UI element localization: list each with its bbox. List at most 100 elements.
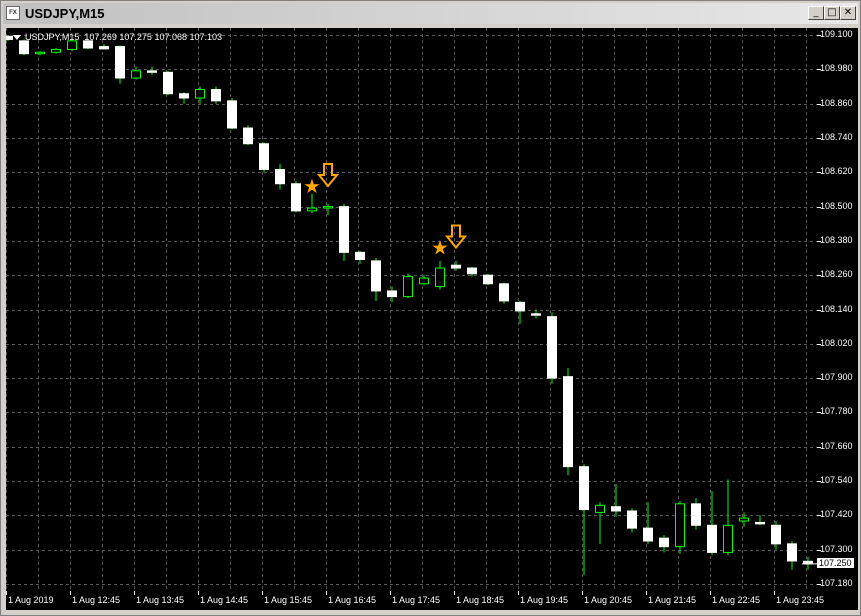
price-label: 107.660 bbox=[820, 441, 853, 451]
candle-body-bearish bbox=[659, 537, 669, 548]
price-label: 108.260 bbox=[820, 269, 853, 279]
candle-body-bearish bbox=[339, 206, 349, 253]
candle-body-bearish bbox=[19, 40, 29, 55]
price-label: 107.780 bbox=[820, 406, 853, 416]
candle-body-bearish bbox=[691, 503, 701, 526]
candle-body-bearish bbox=[451, 264, 461, 269]
candle-body-bullish bbox=[67, 40, 77, 50]
candle-body-bullish bbox=[195, 88, 205, 99]
maximize-button[interactable]: □ bbox=[824, 6, 840, 20]
candle-body-bullish bbox=[307, 207, 317, 212]
candle-body-bearish bbox=[6, 35, 13, 40]
candle-body-bearish bbox=[643, 527, 653, 542]
candle-body-bearish bbox=[627, 510, 637, 529]
time-label: 1 Aug 17:45 bbox=[392, 595, 441, 605]
candle-body-bullish bbox=[723, 524, 733, 553]
chart-window: FX USDJPY,M15 _ □ ✕ USDJPY,M15 107.269 1… bbox=[0, 0, 861, 616]
candle-body-bullish bbox=[35, 51, 45, 55]
candle-body-bullish bbox=[403, 276, 413, 298]
candle-body-bearish bbox=[467, 267, 477, 275]
chart-info-header: USDJPY,M15 107.269 107.275 107.068 107.1… bbox=[13, 32, 222, 42]
window-title: USDJPY,M15 bbox=[25, 6, 105, 21]
candle-body-bearish bbox=[211, 88, 221, 102]
price-label: 108.140 bbox=[820, 304, 853, 314]
candle-body-bearish bbox=[147, 70, 157, 73]
candle-body-bearish bbox=[531, 313, 541, 316]
time-tick bbox=[774, 591, 775, 595]
chart-plot-area[interactable]: USDJPY,M15 107.269 107.275 107.068 107.1… bbox=[6, 28, 817, 610]
candle-body-bearish bbox=[387, 290, 397, 298]
time-label: 1 Aug 18:45 bbox=[456, 595, 505, 605]
candle-body-bearish bbox=[563, 376, 573, 468]
price-label: 108.380 bbox=[820, 235, 853, 245]
candle-body-bearish bbox=[499, 283, 509, 302]
time-label: 1 Aug 23:45 bbox=[776, 595, 825, 605]
price-label: 108.500 bbox=[820, 201, 853, 211]
price-axis[interactable]: 109.100 108.980 108.860 108.740 108.620 108.5… bbox=[817, 28, 858, 610]
candlestick-chart[interactable] bbox=[6, 28, 817, 591]
candle-body-bearish bbox=[115, 46, 125, 79]
time-tick bbox=[582, 591, 583, 595]
minimize-button[interactable]: _ bbox=[808, 6, 824, 20]
time-label: 1 Aug 16:45 bbox=[328, 595, 377, 605]
price-label: 109.100 bbox=[820, 29, 853, 39]
candle-body-bullish bbox=[419, 277, 429, 285]
price-label: 108.620 bbox=[820, 166, 853, 176]
time-tick bbox=[198, 591, 199, 595]
candle-body-bearish bbox=[787, 543, 797, 562]
price-label: 108.980 bbox=[820, 63, 853, 73]
candle-body-bearish bbox=[547, 316, 557, 379]
time-axis[interactable]: 1 Aug 2019 1 Aug 12:45 1 Aug 13:45 1 Aug 14… bbox=[6, 591, 824, 610]
candle-body-bearish bbox=[483, 274, 493, 285]
price-label: 107.900 bbox=[820, 372, 853, 382]
candle-body-bearish bbox=[755, 521, 765, 525]
candle-body-bearish bbox=[163, 71, 173, 95]
time-label: 1 Aug 21:45 bbox=[648, 595, 697, 605]
time-tick bbox=[390, 591, 391, 595]
candle-body-bearish bbox=[515, 301, 525, 312]
candle-body-bearish bbox=[371, 260, 381, 292]
time-tick bbox=[262, 591, 263, 595]
time-tick bbox=[518, 591, 519, 595]
time-tick bbox=[70, 591, 71, 595]
candle-body-bearish bbox=[243, 127, 253, 145]
candle-body-bullish bbox=[675, 503, 685, 548]
candle-body-bearish bbox=[291, 183, 301, 212]
candle-body-bearish bbox=[579, 466, 589, 511]
price-label: 107.300 bbox=[820, 544, 853, 554]
chart-window-icon[interactable]: FX bbox=[6, 6, 20, 20]
down-arrow-icon bbox=[444, 224, 468, 250]
current-price-label: 107.250 bbox=[817, 558, 854, 568]
candle-body-bullish bbox=[131, 70, 141, 79]
time-tick bbox=[6, 591, 7, 595]
candle-body-bullish bbox=[51, 48, 61, 53]
candle-body-bullish bbox=[435, 267, 445, 288]
close-button[interactable]: ✕ bbox=[840, 6, 856, 20]
title-bar[interactable]: FX USDJPY,M15 _ □ ✕ bbox=[3, 3, 858, 24]
candle-body-bearish bbox=[99, 46, 109, 50]
candle-body-bearish bbox=[227, 100, 237, 129]
time-tick bbox=[454, 591, 455, 595]
ohlc-values: 107.269 107.275 107.068 107.103 bbox=[84, 32, 223, 42]
time-tick bbox=[134, 591, 135, 595]
collapse-triangle-icon[interactable] bbox=[13, 35, 21, 41]
candle-body-bearish bbox=[707, 524, 717, 553]
candle-body-bearish bbox=[179, 93, 189, 99]
candle-body-bullish bbox=[595, 504, 605, 513]
price-label: 107.420 bbox=[820, 509, 853, 519]
price-label: 108.740 bbox=[820, 132, 853, 142]
candle-body-bearish bbox=[611, 506, 621, 512]
candle-body-bearish bbox=[259, 143, 269, 170]
price-label: 108.860 bbox=[820, 98, 853, 108]
time-label: 1 Aug 22:45 bbox=[712, 595, 761, 605]
time-label: 1 Aug 12:45 bbox=[72, 595, 121, 605]
time-label: 1 Aug 14:45 bbox=[200, 595, 249, 605]
time-label: 1 Aug 19:45 bbox=[520, 595, 569, 605]
symbol-label: USDJPY,M15 bbox=[25, 32, 80, 42]
time-tick bbox=[326, 591, 327, 595]
candle-body-bullish bbox=[739, 517, 749, 522]
candle-body-bearish bbox=[275, 168, 285, 185]
candle-body-bearish bbox=[771, 524, 781, 545]
time-tick bbox=[710, 591, 711, 595]
candle-body-bearish bbox=[355, 251, 365, 260]
